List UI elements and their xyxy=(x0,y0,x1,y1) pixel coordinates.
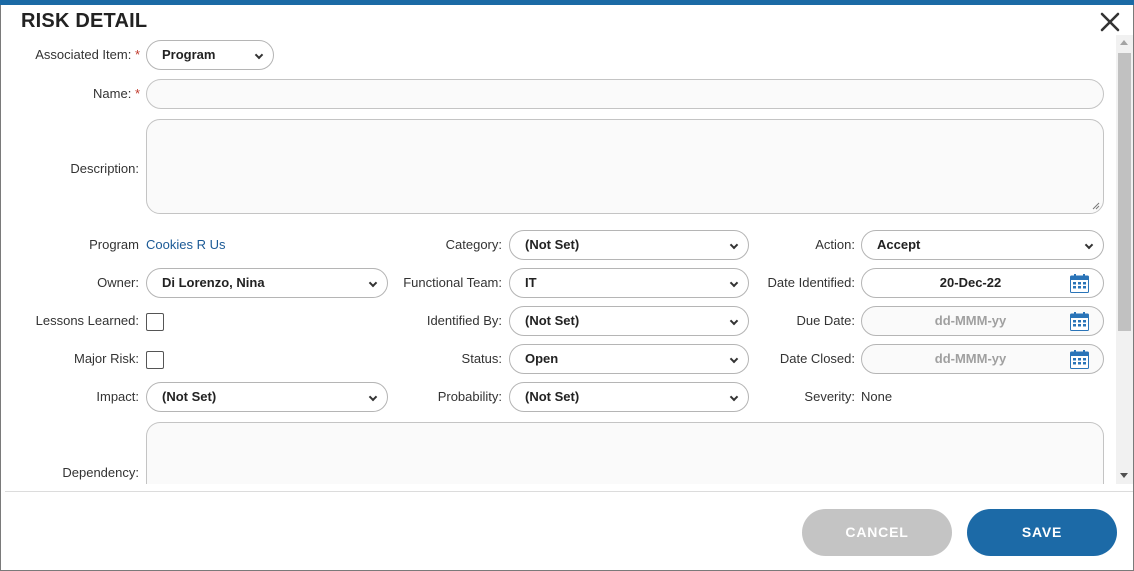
status-label: Status: xyxy=(461,351,502,366)
action-select[interactable]: Accept xyxy=(861,230,1104,260)
probability-value: (Not Set) xyxy=(525,389,580,404)
probability-select[interactable]: (Not Set) xyxy=(509,382,749,412)
owner-value: Di Lorenzo, Nina xyxy=(162,275,265,290)
lessons-learned-label: Lessons Learned: xyxy=(35,313,139,328)
lessons-learned-checkbox[interactable] xyxy=(146,313,164,331)
severity-value: None xyxy=(861,389,893,404)
dependency-label: Dependency: xyxy=(62,465,139,480)
close-icon[interactable] xyxy=(1097,9,1123,35)
chevron-down-icon xyxy=(729,316,739,326)
date-closed-input[interactable]: dd-MMM-yy xyxy=(861,344,1104,374)
calendar-icon[interactable] xyxy=(1070,350,1089,369)
owner-label: Owner: xyxy=(97,275,139,290)
save-button[interactable]: SAVE xyxy=(967,509,1117,556)
action-label: Action: xyxy=(815,237,855,252)
date-identified-input[interactable]: 20-Dec-22 xyxy=(861,268,1104,298)
dependency-textarea[interactable] xyxy=(146,422,1104,484)
calendar-icon[interactable] xyxy=(1070,274,1089,293)
calendar-icon[interactable] xyxy=(1070,312,1089,331)
functional-team-label: Functional Team: xyxy=(403,275,502,290)
major-risk-label: Major Risk: xyxy=(73,351,139,366)
identified-by-select[interactable]: (Not Set) xyxy=(509,306,749,336)
date-identified-label: Date Identified: xyxy=(767,275,855,290)
date-closed-label: Date Closed: xyxy=(779,351,855,366)
impact-label: Impact: xyxy=(96,389,139,404)
associated-item-label: Associated Item: * xyxy=(20,47,140,62)
required-marker: * xyxy=(134,47,140,62)
associated-item-label-text: Associated Item: xyxy=(35,47,132,62)
due-date-label: Due Date: xyxy=(796,313,855,328)
category-label: Category: xyxy=(445,237,502,252)
program-label: Program xyxy=(89,237,139,252)
name-label: Name: * xyxy=(40,86,140,101)
chevron-down-icon xyxy=(368,278,378,288)
scroll-up-arrow-icon[interactable] xyxy=(1120,40,1128,45)
chevron-down-icon xyxy=(729,354,739,364)
date-closed-placeholder: dd-MMM-yy xyxy=(934,351,1007,366)
required-marker: * xyxy=(134,86,140,101)
name-label-text: Name: xyxy=(93,86,132,101)
chevron-down-icon xyxy=(1084,240,1094,250)
footer-divider xyxy=(5,491,1133,492)
date-identified-value: 20-Dec-22 xyxy=(939,275,1002,290)
severity-label: Severity: xyxy=(804,389,855,404)
cancel-button[interactable]: CANCEL xyxy=(802,509,952,556)
resize-handle-icon[interactable] xyxy=(1092,202,1100,210)
functional-team-value: IT xyxy=(525,275,537,290)
description-textarea[interactable] xyxy=(146,119,1104,214)
identified-by-label: Identified By: xyxy=(426,313,502,328)
description-label: Description: xyxy=(70,161,139,176)
owner-select[interactable]: Di Lorenzo, Nina xyxy=(146,268,388,298)
scrollbar-thumb[interactable] xyxy=(1118,53,1131,331)
program-link[interactable]: Cookies R Us xyxy=(146,237,225,252)
chevron-down-icon xyxy=(254,50,264,60)
category-value: (Not Set) xyxy=(525,237,580,252)
probability-label: Probability: xyxy=(437,389,502,404)
impact-select[interactable]: (Not Set) xyxy=(146,382,388,412)
identified-by-value: (Not Set) xyxy=(525,313,580,328)
name-input[interactable] xyxy=(146,79,1104,109)
due-date-input[interactable]: dd-MMM-yy xyxy=(861,306,1104,336)
status-value: Open xyxy=(525,351,559,366)
action-value: Accept xyxy=(877,237,921,252)
impact-value: (Not Set) xyxy=(162,389,217,404)
chevron-down-icon xyxy=(368,392,378,402)
associated-item-select[interactable]: Program xyxy=(146,40,274,70)
status-select[interactable]: Open xyxy=(509,344,749,374)
chevron-down-icon xyxy=(729,392,739,402)
dialog-title: RISK DETAIL xyxy=(21,10,148,32)
functional-team-select[interactable]: IT xyxy=(509,268,749,298)
major-risk-checkbox[interactable] xyxy=(146,351,164,369)
category-select[interactable]: (Not Set) xyxy=(509,230,749,260)
scroll-down-arrow-icon[interactable] xyxy=(1120,473,1128,478)
vertical-scrollbar[interactable] xyxy=(1116,35,1133,484)
chevron-down-icon xyxy=(729,240,739,250)
chevron-down-icon xyxy=(729,278,739,288)
due-date-placeholder: dd-MMM-yy xyxy=(934,313,1007,328)
associated-item-value: Program xyxy=(162,47,216,62)
